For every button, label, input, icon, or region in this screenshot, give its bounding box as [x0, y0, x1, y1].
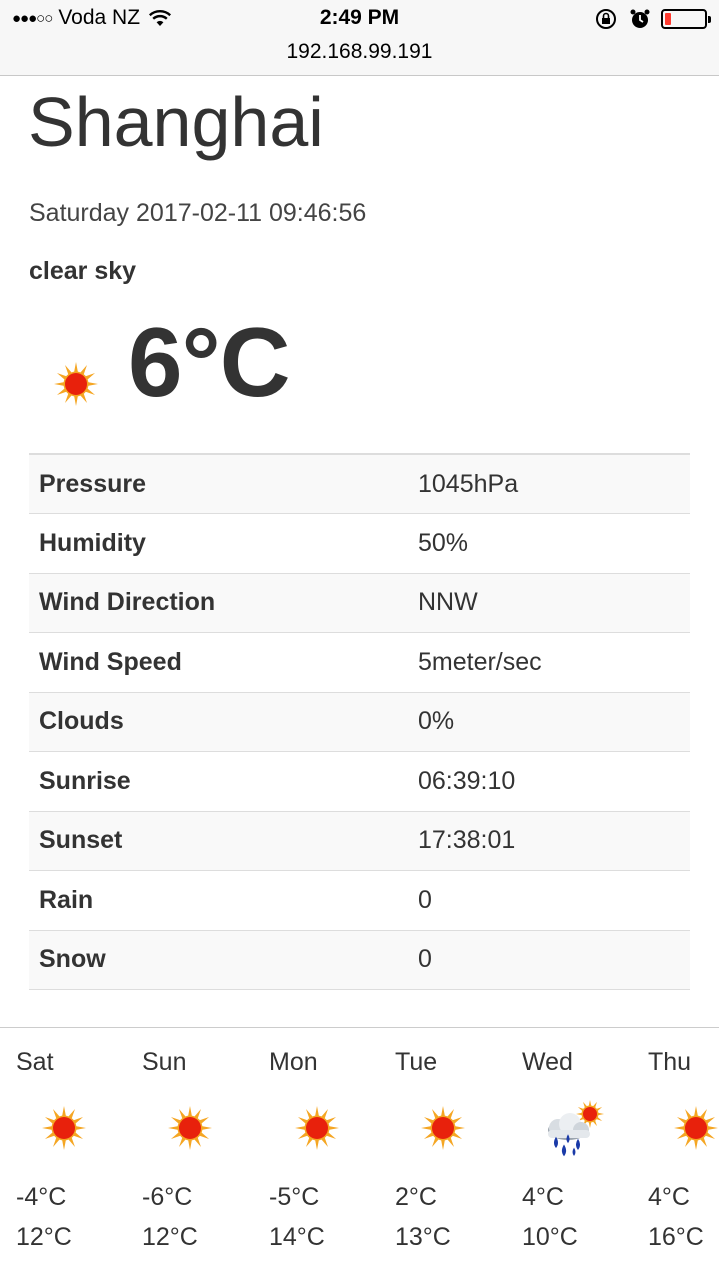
detail-label: Wind Direction [39, 588, 216, 617]
detail-value: 0 [418, 885, 432, 914]
status-bar: ●●●○○ Voda NZ 2:49 PM 192.168.99.191 [0, 0, 719, 76]
detail-label: Sunset [39, 826, 123, 855]
detail-row-sunrise: Sunrise 06:39:10 [29, 752, 690, 811]
forecast-day-name: Tue [395, 1048, 438, 1076]
forecast-day-name: Sat [16, 1048, 54, 1076]
forecast-low-temp: 4°C [648, 1183, 690, 1211]
forecast-low-temp: 2°C [395, 1183, 437, 1211]
detail-label: Pressure [39, 469, 147, 498]
detail-value: 0% [418, 707, 455, 736]
address-bar-url[interactable]: 192.168.99.191 [0, 40, 719, 64]
forecast-low-temp: -4°C [16, 1183, 67, 1211]
sun-icon [168, 1106, 212, 1150]
detail-row-pressure: Pressure 1045hPa [29, 454, 690, 514]
weather-details-table: Pressure 1045hPa Humidity 50% Wind Direction… [29, 453, 690, 990]
detail-label: Rain [39, 885, 94, 914]
forecast-high-temp: 16°C [648, 1223, 704, 1251]
current-datetime: Saturday 2017-02-11 09:46:56 [29, 199, 367, 227]
detail-row-sunset: Sunset 17:38:01 [29, 811, 690, 871]
detail-label: Clouds [39, 707, 124, 736]
forecast-low-temp: 4°C [522, 1183, 564, 1211]
forecast-high-temp: 12°C [16, 1223, 72, 1251]
detail-value: 50% [418, 528, 469, 557]
forecast-day-name: Sun [142, 1048, 187, 1076]
forecast-low-temp: -6°C [142, 1183, 193, 1211]
city-title: Shanghai [28, 83, 324, 161]
detail-value: 0 [418, 945, 432, 974]
detail-row-humidity: Humidity 50% [29, 514, 690, 573]
forecast-strip: Sat -4°C 12°C Sun -6°C 12°C Mon -5°C 14°C Tue 2°C 1… [0, 1027, 719, 1280]
alarm-icon [630, 9, 650, 28]
weather-description: clear sky [29, 257, 137, 285]
forecast-high-temp: 13°C [395, 1223, 451, 1251]
detail-value: 5meter/sec [418, 647, 542, 676]
sun-icon [674, 1106, 718, 1150]
forecast-high-temp: 14°C [269, 1223, 325, 1251]
status-right [583, 8, 711, 30]
detail-row-wind-direction: Wind Direction NNW [29, 573, 690, 633]
detail-label: Snow [39, 945, 106, 974]
forecast-high-temp: 12°C [142, 1223, 198, 1251]
detail-value: NNW [418, 588, 478, 617]
sun-icon [54, 362, 98, 406]
detail-row-rain: Rain 0 [29, 871, 690, 930]
current-temperature: 6°C [128, 307, 290, 417]
detail-row-clouds: Clouds 0% [29, 692, 690, 752]
detail-value: 1045hPa [418, 469, 519, 498]
detail-label: Sunrise [39, 766, 131, 795]
detail-row-snow: Snow 0 [29, 930, 690, 990]
sun-icon [295, 1106, 339, 1150]
forecast-day-name: Mon [269, 1048, 318, 1076]
battery-level [665, 13, 671, 25]
forecast-high-temp: 10°C [522, 1223, 578, 1251]
forecast-low-temp: -5°C [269, 1183, 320, 1211]
detail-row-wind-speed: Wind Speed 5meter/sec [29, 633, 690, 692]
battery-icon [661, 9, 711, 29]
detail-value: 17:38:01 [418, 826, 516, 855]
orientation-lock-icon [596, 9, 616, 29]
sun-icon [42, 1106, 86, 1150]
forecast-day-name: Wed [522, 1048, 573, 1076]
rain-cloud-sun-icon [548, 1100, 604, 1157]
detail-label: Humidity [39, 528, 146, 557]
forecast-day-name: Thu [648, 1048, 692, 1076]
sun-icon [421, 1106, 465, 1150]
detail-label: Wind Speed [39, 647, 182, 676]
detail-value: 06:39:10 [418, 766, 516, 795]
